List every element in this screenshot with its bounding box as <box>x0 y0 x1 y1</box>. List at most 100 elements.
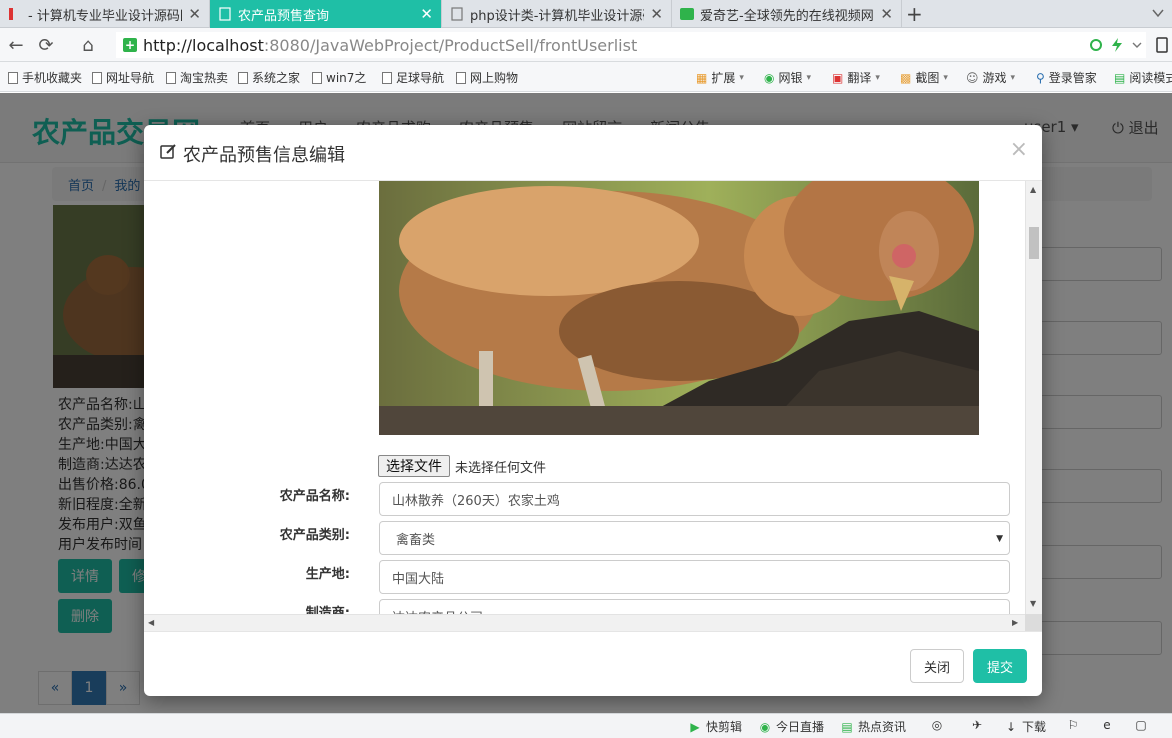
close-icon[interactable]: × <box>1010 137 1028 162</box>
vertical-scrollbar[interactable]: ▲ ▼ <box>1025 181 1042 614</box>
browser-tab-php-design[interactable]: php设计类-计算机毕业设计源码 ✕ <box>442 0 672 28</box>
book-icon: ▤ <box>1114 70 1126 85</box>
news-icon: ▤ <box>841 719 853 734</box>
reload-icon[interactable]: ⟳ <box>36 35 56 56</box>
product-category-select[interactable]: 禽畜类 ▼ <box>379 521 1010 555</box>
toolbar-bank[interactable]: ◉ 网银 ▾ <box>764 69 811 86</box>
document-icon <box>92 71 102 84</box>
status-quick-clip[interactable]: ▶ 快剪辑 <box>688 718 742 735</box>
document-icon <box>382 71 392 84</box>
status-speed-icon[interactable]: ◎ <box>930 718 948 732</box>
download-icon: ↓ <box>1005 719 1017 734</box>
document-icon <box>218 7 232 21</box>
phone-icon[interactable] <box>1152 35 1172 55</box>
modal-title: 农产品预售信息编辑 <box>160 141 345 167</box>
close-icon[interactable]: ✕ <box>188 5 201 23</box>
scroll-down-icon[interactable]: ▼ <box>1030 599 1036 608</box>
play-icon: ◉ <box>759 719 771 734</box>
scroll-right-icon[interactable]: ▶ <box>1012 618 1018 627</box>
screenshot-icon: ▩ <box>900 70 912 85</box>
tab-list-icon[interactable] <box>1150 6 1166 22</box>
scrollbar-corner <box>1025 614 1042 631</box>
translate-icon: ▣ <box>832 70 844 85</box>
bookmark-football[interactable]: 足球导航 <box>382 69 444 86</box>
browser-tab-source-site[interactable]: - 计算机专业毕业设计源码网 ✕ <box>0 0 210 28</box>
bookmark-xitong[interactable]: 系统之家 <box>238 69 300 86</box>
status-download[interactable]: ↓ 下载 <box>1004 718 1046 735</box>
document-icon <box>312 71 322 84</box>
shield-icon: ◉ <box>764 70 775 85</box>
chevron-down-icon[interactable] <box>1131 37 1143 56</box>
home-icon[interactable]: ⌂ <box>78 35 98 56</box>
scroll-up-icon[interactable]: ▲ <box>1030 185 1036 194</box>
tab-label: - 计算机专业毕业设计源码网 <box>28 8 183 24</box>
status-tool-icon[interactable]: ✈ <box>970 718 988 732</box>
key-icon: ⚲ <box>1036 70 1045 85</box>
browser-toolbar: ← ⟳ ⌂ + http://localhost:8080/JavaWebPro… <box>0 28 1172 62</box>
grid-icon: ▦ <box>696 70 708 85</box>
site-favicon-icon <box>8 7 22 21</box>
new-tab-button[interactable]: + <box>906 2 923 26</box>
label-product-category: 农产品类别: <box>279 528 350 543</box>
scroll-left-icon[interactable]: ◀ <box>148 618 154 627</box>
lightning-icon[interactable] <box>1111 37 1123 56</box>
browser-tab-iqiyi[interactable]: 爱奇艺-全球领先的在线视频网站 ✕ <box>672 0 902 28</box>
file-upload: 选择文件 未选择任何文件 <box>378 455 546 477</box>
browser-tab-product-presale[interactable]: 农产品预售查询 ✕ <box>210 0 442 28</box>
url-host: http://localhost <box>143 35 264 55</box>
toolbar-login-manager[interactable]: ⚲ 登录管家 <box>1036 69 1097 86</box>
document-icon <box>456 71 466 84</box>
submit-button[interactable]: 提交 <box>973 649 1027 683</box>
close-icon[interactable]: ✕ <box>650 5 663 23</box>
close-icon[interactable]: ✕ <box>420 5 433 23</box>
bookmark-mobile[interactable]: 手机收藏夹 <box>8 69 82 86</box>
close-button[interactable]: 关闭 <box>910 649 964 683</box>
origin-input[interactable]: 中国大陆 <box>379 560 1010 594</box>
bookmark-taobao[interactable]: 淘宝热卖 <box>166 69 228 86</box>
label-origin: 生产地: <box>305 567 350 582</box>
secure-shield-icon: + <box>123 38 137 52</box>
status-news[interactable]: ▤ 热点资讯 <box>840 718 906 735</box>
browser-status-bar: ▶ 快剪辑 ◉ 今日直播 ▤ 热点资讯 ◎ ✈ ↓ 下载 ⚐ e ▢ <box>0 713 1172 738</box>
back-icon[interactable]: ← <box>6 35 26 56</box>
status-window-icon[interactable]: ▢ <box>1134 718 1152 732</box>
bookmark-win7[interactable]: win7之 <box>312 69 366 86</box>
iqiyi-icon <box>680 7 694 21</box>
status-flag-icon[interactable]: ⚐ <box>1066 718 1084 732</box>
gamepad-icon: ☺ <box>966 70 979 85</box>
modal-body[interactable]: 选择文件 未选择任何文件 农产品名称: 山林散养（260天）农家土鸡 农产品类别… <box>144 181 1042 631</box>
edit-modal: 农产品预售信息编辑 × 选择文件 未选择任何文件 农产品名称: 山林散养（260… <box>144 125 1042 696</box>
status-live[interactable]: ◉ 今日直播 <box>758 718 824 735</box>
toolbar-screenshot[interactable]: ▩ 截图 ▾ <box>900 69 948 86</box>
product-name-input[interactable]: 山林散养（260天）农家土鸡 <box>379 482 1010 516</box>
toolbar-reading-mode[interactable]: ▤ 阅读模式 <box>1114 69 1172 86</box>
product-photo <box>379 181 979 435</box>
file-status: 未选择任何文件 <box>455 460 547 476</box>
toolbar-games[interactable]: ☺ 游戏 ▾ <box>966 69 1015 86</box>
document-icon <box>450 7 464 21</box>
document-icon <box>238 71 248 84</box>
choose-file-button[interactable]: 选择文件 <box>378 455 450 477</box>
scissors-icon: ▶ <box>690 719 700 734</box>
bookmarks-bar: 手机收藏夹 网址导航 淘宝热卖 系统之家 win7之 足球导航 网上购物 ▦ 扩展… <box>0 62 1172 92</box>
scrollbar-thumb[interactable] <box>1029 227 1039 259</box>
bookmark-shopping[interactable]: 网上购物 <box>456 69 518 86</box>
toolbar-extensions[interactable]: ▦ 扩展 ▾ <box>696 69 744 86</box>
toolbar-translate[interactable]: ▣ 翻译 ▾ <box>832 69 880 86</box>
url-path: :8080/JavaWebProject/ProductSell/frontUs… <box>263 35 638 55</box>
bookmark-nav[interactable]: 网址导航 <box>92 69 154 86</box>
modal-header: 农产品预售信息编辑 × <box>144 125 1042 181</box>
address-bar[interactable]: + http://localhost:8080/JavaWebProject/P… <box>116 32 1146 58</box>
tab-label: php设计类-计算机毕业设计源码 <box>470 8 645 24</box>
refresh-icon[interactable] <box>1089 37 1103 56</box>
modal-footer: 关闭 提交 <box>144 631 1042 696</box>
close-icon[interactable]: ✕ <box>880 5 893 23</box>
tab-label: 爱奇艺-全球领先的在线视频网站 <box>700 8 875 24</box>
edit-icon <box>160 143 177 165</box>
caret-down-icon: ▼ <box>996 534 1003 544</box>
status-ie-icon[interactable]: e <box>1100 718 1118 732</box>
browser-tab-bar: - 计算机专业毕业设计源码网 ✕ 农产品预售查询 ✕ php设计类-计算机毕业设… <box>0 0 1172 28</box>
folder-icon <box>8 71 18 84</box>
document-icon <box>166 71 176 84</box>
horizontal-scrollbar[interactable]: ◀ ▶ <box>144 614 1025 631</box>
